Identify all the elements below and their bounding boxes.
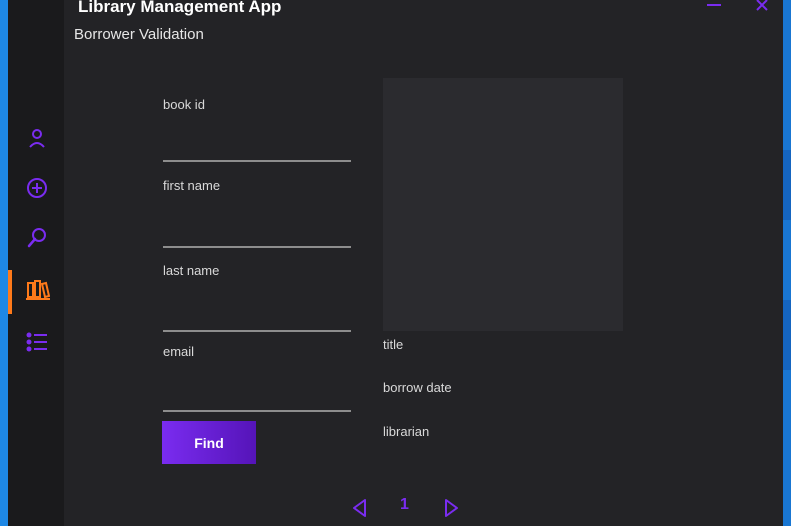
previous-page-button[interactable] <box>351 497 369 519</box>
chevron-right-icon <box>445 499 458 517</box>
sidebar-item-users[interactable] <box>8 118 64 158</box>
add-circle-icon <box>27 178 47 198</box>
email-field[interactable] <box>163 384 351 412</box>
desktop-stripe <box>783 300 791 370</box>
sidebar-item-library[interactable] <box>8 270 64 314</box>
sidebar-item-search[interactable] <box>8 218 64 258</box>
borrow-date-label: borrow date <box>383 380 452 395</box>
desktop-stripe <box>783 150 791 220</box>
list-icon <box>26 332 47 352</box>
user-icon <box>29 129 45 148</box>
sidebar <box>8 0 64 526</box>
find-button[interactable]: Find <box>162 421 256 464</box>
page-subtitle: Borrower Validation <box>74 26 204 43</box>
next-page-button[interactable] <box>442 497 460 519</box>
sidebar-item-add[interactable] <box>8 168 64 208</box>
app-window: Library Management App Borrower Validati… <box>8 0 783 526</box>
last-name-field[interactable] <box>163 304 351 332</box>
first-name-label: first name <box>163 178 221 193</box>
book-preview-image <box>383 78 623 331</box>
librarian-label: librarian <box>383 424 430 439</box>
last-name-label: last name <box>163 263 220 278</box>
close-icon <box>756 0 768 11</box>
book-id-field[interactable] <box>163 134 351 162</box>
book-id-label: book id <box>163 97 205 112</box>
minimize-icon <box>707 4 721 6</box>
close-button[interactable] <box>751 0 773 14</box>
title-label: title <box>383 337 404 352</box>
desktop-background-right <box>783 0 791 526</box>
sidebar-item-list[interactable] <box>8 322 64 362</box>
active-indicator <box>8 270 12 314</box>
email-label: email <box>163 344 195 359</box>
app-title: Library Management App <box>78 0 282 16</box>
search-icon <box>27 228 46 248</box>
library-books-icon <box>26 280 50 300</box>
first-name-field[interactable] <box>163 220 351 248</box>
desktop-background-left <box>0 0 8 526</box>
minimize-button[interactable] <box>703 0 725 14</box>
chevron-left-icon <box>353 499 366 517</box>
page-number: 1 <box>400 496 409 513</box>
